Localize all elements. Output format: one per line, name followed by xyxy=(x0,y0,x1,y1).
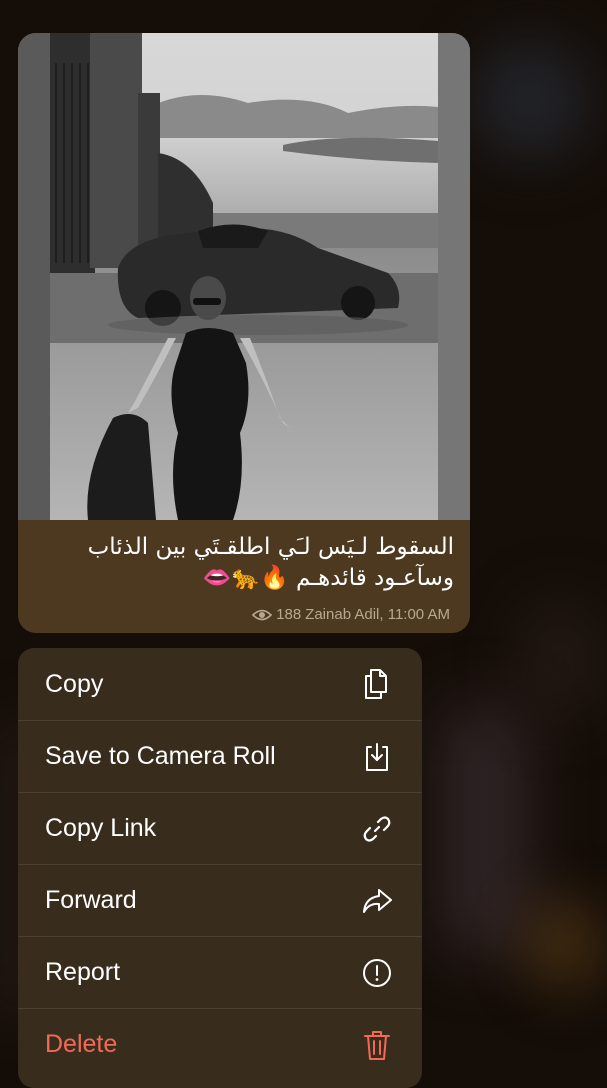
trash-icon xyxy=(360,1028,394,1062)
message-photo[interactable] xyxy=(18,33,470,520)
message-bubble[interactable]: السقوط لـيَس لـَي اطلقـتَي بين الذئاب وس… xyxy=(18,33,470,633)
menu-item-save-to-camera-roll[interactable]: Save to Camera Roll xyxy=(18,720,422,792)
background-blur xyxy=(440,700,530,960)
caption-text: السقوط لـيَس لـَي اطلقـتَي بين الذئاب وس… xyxy=(24,532,454,594)
menu-item-label: Copy Link xyxy=(45,814,157,842)
message-meta: 188 Zainab Adil, 11:00 AM xyxy=(252,606,450,623)
menu-item-label: Forward xyxy=(45,886,137,914)
menu-item-label: Delete xyxy=(45,1030,118,1058)
save-download-icon xyxy=(360,740,394,774)
forward-arrow-icon xyxy=(360,884,394,918)
link-icon xyxy=(360,812,394,846)
menu-item-delete[interactable]: Delete xyxy=(18,1008,422,1080)
caption-line-1: السقوط لـيَس لـَي اطلقـتَي بين الذئاب xyxy=(87,534,454,560)
background-blur xyxy=(520,600,600,720)
context-menu: Copy Save to Camera Roll Copy Link Forwa… xyxy=(18,648,422,1088)
exclamation-circle-icon xyxy=(360,956,394,990)
menu-item-report[interactable]: Report xyxy=(18,936,422,1008)
menu-item-copy-link[interactable]: Copy Link xyxy=(18,792,422,864)
menu-item-label: Copy xyxy=(45,669,104,698)
eye-icon xyxy=(252,608,273,622)
message-caption: السقوط لـيَس لـَي اطلقـتَي بين الذئاب وس… xyxy=(18,520,470,633)
author-time: Zainab Adil, 11:00 AM xyxy=(305,606,450,623)
copy-icon xyxy=(360,667,394,701)
menu-item-label: Save to Camera Roll xyxy=(45,742,276,770)
menu-item-forward[interactable]: Forward xyxy=(18,864,422,936)
menu-item-copy[interactable]: Copy xyxy=(18,648,422,720)
menu-item-label: Report xyxy=(45,958,121,986)
background-blur xyxy=(530,900,600,990)
view-count: 188 xyxy=(276,606,302,623)
background-blur xyxy=(470,40,590,160)
caption-line-2: وسآعـود قائدهـم 🔥🐆👄 xyxy=(202,565,454,591)
